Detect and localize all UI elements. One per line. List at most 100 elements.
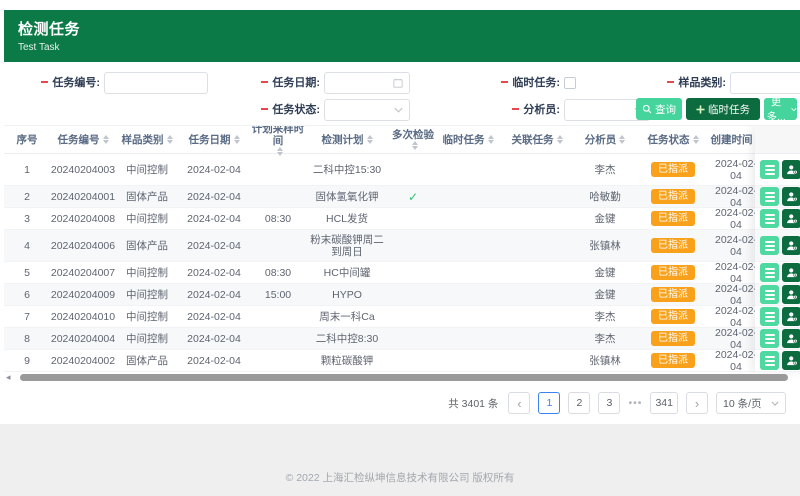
column-header-3[interactable]: 任务日期 bbox=[178, 134, 250, 146]
table-row[interactable]: 420240204006固体产品2024-02-04粉末碳酸钾周二到周日张镇林已… bbox=[4, 230, 800, 262]
temp-task-checkbox[interactable] bbox=[564, 77, 576, 89]
horizontal-scrollbar[interactable]: ◂ bbox=[4, 373, 800, 383]
page-header: 检测任务 Test Task bbox=[4, 10, 800, 62]
column-header-10[interactable]: 任务状态 bbox=[634, 134, 712, 146]
cell-code: 20240204010 bbox=[50, 311, 116, 323]
assign-analyst-button[interactable] bbox=[782, 187, 800, 206]
page-size-select[interactable]: 10 条/页 bbox=[716, 392, 786, 414]
column-header-8[interactable]: 关联任务 bbox=[498, 134, 576, 146]
assign-analyst-button[interactable] bbox=[782, 285, 800, 304]
status-badge: 已指派 bbox=[651, 287, 695, 302]
column-header-2[interactable]: 样品类别 bbox=[116, 134, 178, 146]
cell-code: 20240204006 bbox=[50, 240, 116, 252]
page-button-1[interactable]: 1 bbox=[538, 392, 560, 414]
chevron-down-icon bbox=[771, 401, 779, 406]
row-actions bbox=[755, 186, 800, 208]
task-table: 序号任务编号样品类别任务日期计划采样时间检测计划多次检验临时任务关联任务分析员任… bbox=[4, 126, 800, 383]
table-row[interactable]: 620240204009中间控制2024-02-0415:00HYPO金键已指派… bbox=[4, 284, 800, 306]
assign-analyst-button[interactable] bbox=[782, 307, 800, 326]
task-no-input[interactable] bbox=[104, 72, 208, 94]
table-row[interactable]: 920240204002固体产品2024-02-04颗粒碳酸钾张镇林已指派202… bbox=[4, 350, 800, 372]
sample-category-input[interactable] bbox=[730, 72, 800, 94]
plus-icon bbox=[696, 105, 705, 114]
cell-category: 中间控制 bbox=[116, 267, 178, 279]
more-button[interactable]: 更多... bbox=[764, 98, 797, 120]
table-row[interactable]: 220240204001固体产品2024-02-04固体氢氧化钾✓哈敏勤已指派2… bbox=[4, 186, 800, 208]
sort-caret-icon[interactable] bbox=[367, 135, 373, 144]
user-gear-icon bbox=[786, 267, 798, 279]
scroll-left-icon[interactable]: ◂ bbox=[6, 373, 11, 382]
view-detail-button[interactable] bbox=[760, 307, 779, 326]
check-icon: ✓ bbox=[408, 191, 418, 203]
page-button-3[interactable]: 3 bbox=[598, 392, 620, 414]
table-row[interactable]: 320240204008中间控制2024-02-0408:30HCL发货金键已指… bbox=[4, 208, 800, 230]
next-page-button[interactable]: › bbox=[686, 392, 708, 414]
sort-caret-icon[interactable] bbox=[167, 135, 173, 144]
view-detail-button[interactable] bbox=[760, 351, 779, 370]
search-button[interactable]: 查询 bbox=[636, 98, 682, 120]
assign-analyst-button[interactable] bbox=[782, 236, 800, 255]
list-icon bbox=[765, 356, 775, 358]
cell-plan: 二科中控8:30 bbox=[306, 333, 388, 345]
page-button-last[interactable]: 341 bbox=[650, 392, 678, 414]
sort-caret-icon[interactable] bbox=[488, 135, 494, 144]
prev-page-button[interactable]: ‹ bbox=[508, 392, 530, 414]
calendar-icon bbox=[393, 78, 403, 88]
search-button-label: 查询 bbox=[655, 102, 676, 117]
view-detail-button[interactable] bbox=[760, 209, 779, 228]
column-header-5[interactable]: 检测计划 bbox=[306, 134, 388, 146]
sort-caret-icon[interactable] bbox=[412, 141, 418, 150]
task-status-select[interactable] bbox=[324, 99, 410, 121]
table-row[interactable]: 120240204003中间控制2024-02-04二科中控15:30李杰已指派… bbox=[4, 154, 800, 186]
column-header-7[interactable]: 临时任务 bbox=[438, 134, 498, 146]
assign-analyst-button[interactable] bbox=[782, 263, 800, 282]
user-gear-icon bbox=[786, 240, 798, 252]
sort-caret-icon[interactable] bbox=[619, 135, 625, 144]
cell-code: 20240204002 bbox=[50, 355, 116, 367]
row-actions bbox=[755, 328, 800, 350]
view-detail-button[interactable] bbox=[760, 160, 779, 179]
assign-analyst-button[interactable] bbox=[782, 329, 800, 348]
column-header-11[interactable]: 创建时间 bbox=[712, 134, 760, 146]
cell-plan: 二科中控15:30 bbox=[306, 164, 388, 176]
cell-analyst: 李杰 bbox=[576, 311, 634, 323]
column-header-0: 序号 bbox=[4, 134, 50, 146]
task-status-label: 任务状态: bbox=[240, 99, 320, 121]
scrollbar-thumb[interactable] bbox=[20, 374, 788, 381]
page-button-2[interactable]: 2 bbox=[568, 392, 590, 414]
view-detail-button[interactable] bbox=[760, 285, 779, 304]
assign-analyst-button[interactable] bbox=[782, 160, 800, 179]
cell-no: 3 bbox=[4, 213, 50, 225]
view-detail-button[interactable] bbox=[760, 187, 779, 206]
cell-analyst: 张镇林 bbox=[576, 355, 634, 367]
table-row[interactable]: 720240204010中间控制2024-02-04周末一科Ca李杰已指派202… bbox=[4, 306, 800, 328]
view-detail-button[interactable] bbox=[760, 263, 779, 282]
status-badge: 已指派 bbox=[651, 238, 695, 253]
sort-caret-icon[interactable] bbox=[557, 135, 563, 144]
cell-status: 已指派 bbox=[634, 189, 712, 204]
required-marker bbox=[41, 81, 48, 83]
row-actions bbox=[755, 262, 800, 284]
cell-plan: 颗粒碳酸钾 bbox=[306, 355, 388, 367]
assign-analyst-button[interactable] bbox=[782, 351, 800, 370]
sort-caret-icon[interactable] bbox=[277, 147, 283, 156]
view-detail-button[interactable] bbox=[760, 236, 779, 255]
sort-caret-icon[interactable] bbox=[693, 135, 699, 144]
column-header-6[interactable]: 多次检验 bbox=[388, 129, 438, 150]
table-row[interactable]: 520240204007中间控制2024-02-0408:30HC中间罐金键已指… bbox=[4, 262, 800, 284]
sort-caret-icon[interactable] bbox=[234, 135, 240, 144]
column-header-9[interactable]: 分析员 bbox=[576, 134, 634, 146]
required-marker bbox=[261, 81, 268, 83]
view-detail-button[interactable] bbox=[760, 329, 779, 348]
cell-code: 20240204004 bbox=[50, 333, 116, 345]
table-row[interactable]: 820240204004中间控制2024-02-04二科中控8:30李杰已指派2… bbox=[4, 328, 800, 350]
sort-caret-icon[interactable] bbox=[103, 135, 109, 144]
temp-task-label: 临时任务: bbox=[482, 72, 560, 94]
column-header-1[interactable]: 任务编号 bbox=[50, 134, 116, 146]
task-date-input[interactable] bbox=[324, 72, 410, 94]
page-ellipsis[interactable]: ••• bbox=[628, 397, 642, 409]
assign-analyst-button[interactable] bbox=[782, 209, 800, 228]
cell-status: 已指派 bbox=[634, 309, 712, 324]
column-header-4[interactable]: 计划采样时间 bbox=[250, 126, 306, 156]
temp-task-button[interactable]: 临时任务 bbox=[686, 98, 760, 120]
